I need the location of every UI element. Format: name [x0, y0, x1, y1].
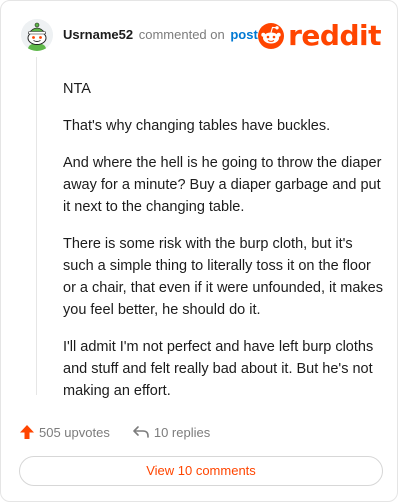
reddit-wordmark: reddit	[288, 19, 381, 52]
thread-line	[36, 57, 37, 395]
comment-paragraph: There is some risk with the burp cloth, …	[63, 236, 383, 318]
commented-on-text: commented on	[138, 27, 225, 42]
post-link[interactable]: post	[230, 27, 257, 42]
comment-paragraph: That's why changing tables have buckles.	[63, 118, 331, 134]
snoo-avatar-icon	[21, 19, 53, 51]
upvote-count: 505 upvotes	[39, 424, 110, 440]
comment-header: Usrname52 commented on post reddit	[21, 19, 381, 53]
comment-card: Usrname52 commented on post reddit NTA T…	[0, 0, 398, 502]
reply-count: 10 replies	[153, 424, 211, 440]
reddit-logo: reddit	[258, 21, 381, 51]
view-comments-button[interactable]: View 10 comments	[19, 456, 383, 486]
reply-arrow-icon	[133, 426, 149, 438]
reddit-snoo-icon	[258, 23, 285, 49]
upvote-button[interactable]: 505 upvotes	[19, 424, 110, 440]
comment-actions: 505 upvotes 10 replies	[19, 422, 232, 442]
avatar[interactable]	[21, 19, 53, 51]
reply-button[interactable]: 10 replies	[132, 424, 210, 440]
username[interactable]: Usrname52	[63, 27, 133, 42]
comment-body: NTA That's why changing tables have buck…	[63, 78, 383, 417]
upvote-arrow-icon	[20, 425, 34, 439]
comment-paragraph: And where the hell is he going to throw …	[63, 155, 382, 215]
comment-paragraph: I'll admit I'm not perfect and have left…	[63, 339, 374, 399]
comment-meta: Usrname52 commented on post	[63, 27, 258, 42]
comment-paragraph: NTA	[63, 81, 91, 97]
